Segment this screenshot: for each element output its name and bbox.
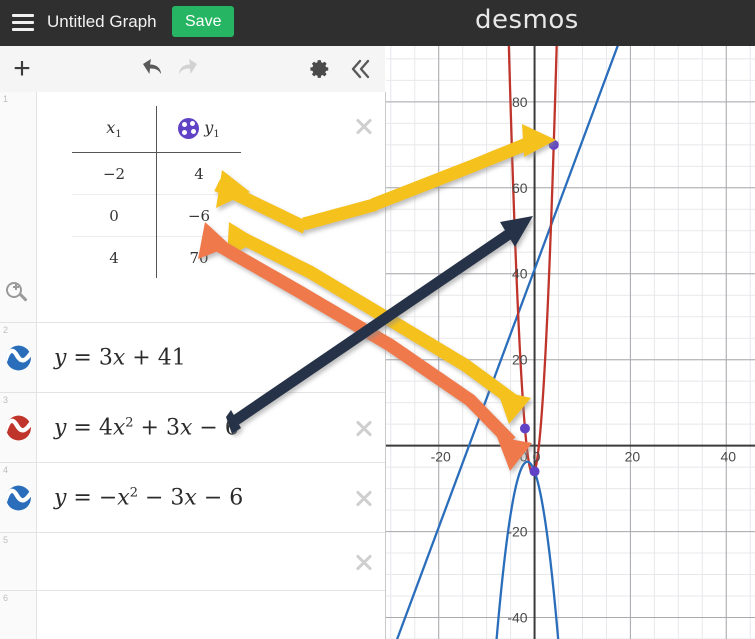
delete-row-button[interactable] — [353, 417, 375, 439]
hamburger-menu-icon[interactable] — [10, 12, 36, 34]
cell-x[interactable]: −2 — [72, 152, 157, 195]
y-tick-label: 40 — [512, 266, 528, 282]
wave-circle-icon-blue[interactable] — [6, 485, 31, 510]
desmos-calculator-window: Untitled Graph Save desmos + 1 x1 y1 −2 … — [0, 0, 755, 639]
axes — [386, 46, 755, 639]
data-point[interactable] — [548, 139, 559, 150]
double-chevron-left-icon — [351, 59, 370, 79]
add-expression-button[interactable]: + — [4, 46, 40, 92]
x-tick-label: 20 — [625, 449, 641, 465]
table-header-row: x1 y1 — [72, 106, 241, 153]
redo-arrow-icon — [179, 59, 197, 74]
table-row[interactable]: 4 70 — [72, 236, 241, 278]
data-point[interactable] — [529, 466, 540, 477]
cell-x[interactable]: 0 — [72, 194, 157, 237]
undo-arrow-icon — [143, 59, 161, 74]
row-gutter: 4 — [0, 463, 37, 532]
y-tick-label: 80 — [512, 94, 528, 110]
row-gutter: 1 — [0, 92, 37, 322]
top-bar: Untitled Graph Save desmos — [0, 0, 755, 46]
row-gutter: 3 — [0, 393, 37, 462]
x-tick-label: -20 — [431, 449, 451, 465]
y-tick-label: -20 — [507, 524, 527, 540]
delete-row-button[interactable] — [353, 487, 375, 509]
delete-row-button[interactable] — [353, 115, 375, 137]
collapse-panel-button[interactable] — [341, 46, 381, 92]
row-gutter: 5 — [0, 533, 37, 590]
settings-button[interactable] — [302, 46, 338, 92]
row-content — [37, 591, 385, 639]
graph-canvas[interactable]: -20 0 20 40 80 60 40 20 0 -20 -40 — [386, 46, 755, 639]
purple-dots-icon[interactable] — [178, 117, 200, 139]
magnifier-zoom-icon[interactable] — [6, 282, 30, 306]
curve — [395, 46, 619, 639]
row-content — [37, 533, 385, 590]
save-button[interactable]: Save — [172, 6, 235, 37]
row-content: x1 y1 −2 4 0 −6 4 70 — [37, 92, 385, 322]
expression-text[interactable]: y = −x2 − 3x − 6 — [54, 485, 243, 510]
gear-icon — [310, 60, 329, 78]
y-tick-label: -40 — [507, 610, 527, 626]
x-tick-label: 40 — [720, 449, 736, 465]
row-content: y = 3x + 41 — [37, 323, 385, 392]
row-content: y = −x2 − 3x − 6 — [37, 463, 385, 532]
graph-title[interactable]: Untitled Graph — [47, 9, 157, 35]
undo-button[interactable] — [130, 46, 170, 92]
data-point[interactable] — [519, 423, 530, 434]
table-row[interactable]: −2 4 — [72, 152, 241, 195]
y-tick-label: 20 — [512, 352, 528, 368]
expression-row-2[interactable]: 2 y = 3x + 41 — [0, 323, 385, 393]
expression-toolbar: + — [0, 46, 385, 93]
row-gutter: 6 — [0, 591, 37, 639]
row-number: 1 — [3, 94, 9, 104]
expression-row-5[interactable]: 5 — [0, 533, 385, 591]
graph-plot: -20 0 20 40 80 60 40 20 0 -20 -40 — [386, 46, 755, 639]
expression-text[interactable]: y = 4x2 + 3x − 6 — [54, 415, 239, 440]
cell-y[interactable]: 4 — [156, 152, 241, 195]
delete-row-button[interactable] — [353, 551, 375, 573]
curves — [395, 46, 619, 639]
major-gridlines — [386, 46, 755, 639]
wave-circle-icon-red[interactable] — [6, 415, 31, 440]
wave-circle-icon-blue[interactable] — [6, 345, 31, 370]
expression-row-4[interactable]: 4 y = −x2 − 3x − 6 — [0, 463, 385, 533]
desmos-logo: desmos — [475, 5, 579, 35]
expression-row-3[interactable]: 3 y = 4x2 + 3x − 6 — [0, 393, 385, 463]
y-tick-label: 0 — [520, 449, 528, 465]
expression-row-table[interactable]: 1 x1 y1 −2 4 0 −6 4 70 — [0, 92, 385, 323]
cell-x[interactable]: 4 — [72, 236, 157, 278]
expression-text[interactable]: y = 3x + 41 — [54, 345, 186, 370]
row-content: y = 4x2 + 3x − 6 — [37, 393, 385, 462]
redo-button[interactable] — [170, 46, 210, 92]
row-number: 5 — [3, 535, 9, 545]
column-header-y[interactable]: y1 — [156, 106, 241, 153]
data-table[interactable]: x1 y1 −2 4 0 −6 4 70 — [72, 106, 241, 278]
minor-gridlines — [386, 46, 755, 639]
cell-y[interactable]: 70 — [156, 236, 241, 278]
row-number: 3 — [3, 395, 9, 405]
x-tick-label: 0 — [533, 449, 541, 465]
table-row[interactable]: 0 −6 — [72, 194, 241, 237]
row-number: 4 — [3, 465, 9, 475]
y-tick-label: 60 — [512, 180, 528, 196]
row-gutter: 2 — [0, 323, 37, 392]
expression-row-6[interactable]: 6 — [0, 591, 385, 639]
cell-y[interactable]: −6 — [156, 194, 241, 237]
row-number: 6 — [3, 593, 9, 603]
column-header-x[interactable]: x1 — [72, 106, 157, 153]
row-number: 2 — [3, 325, 9, 335]
expression-list[interactable]: 1 x1 y1 −2 4 0 −6 4 70 2 y = 3x + 41 3 y… — [0, 92, 386, 639]
